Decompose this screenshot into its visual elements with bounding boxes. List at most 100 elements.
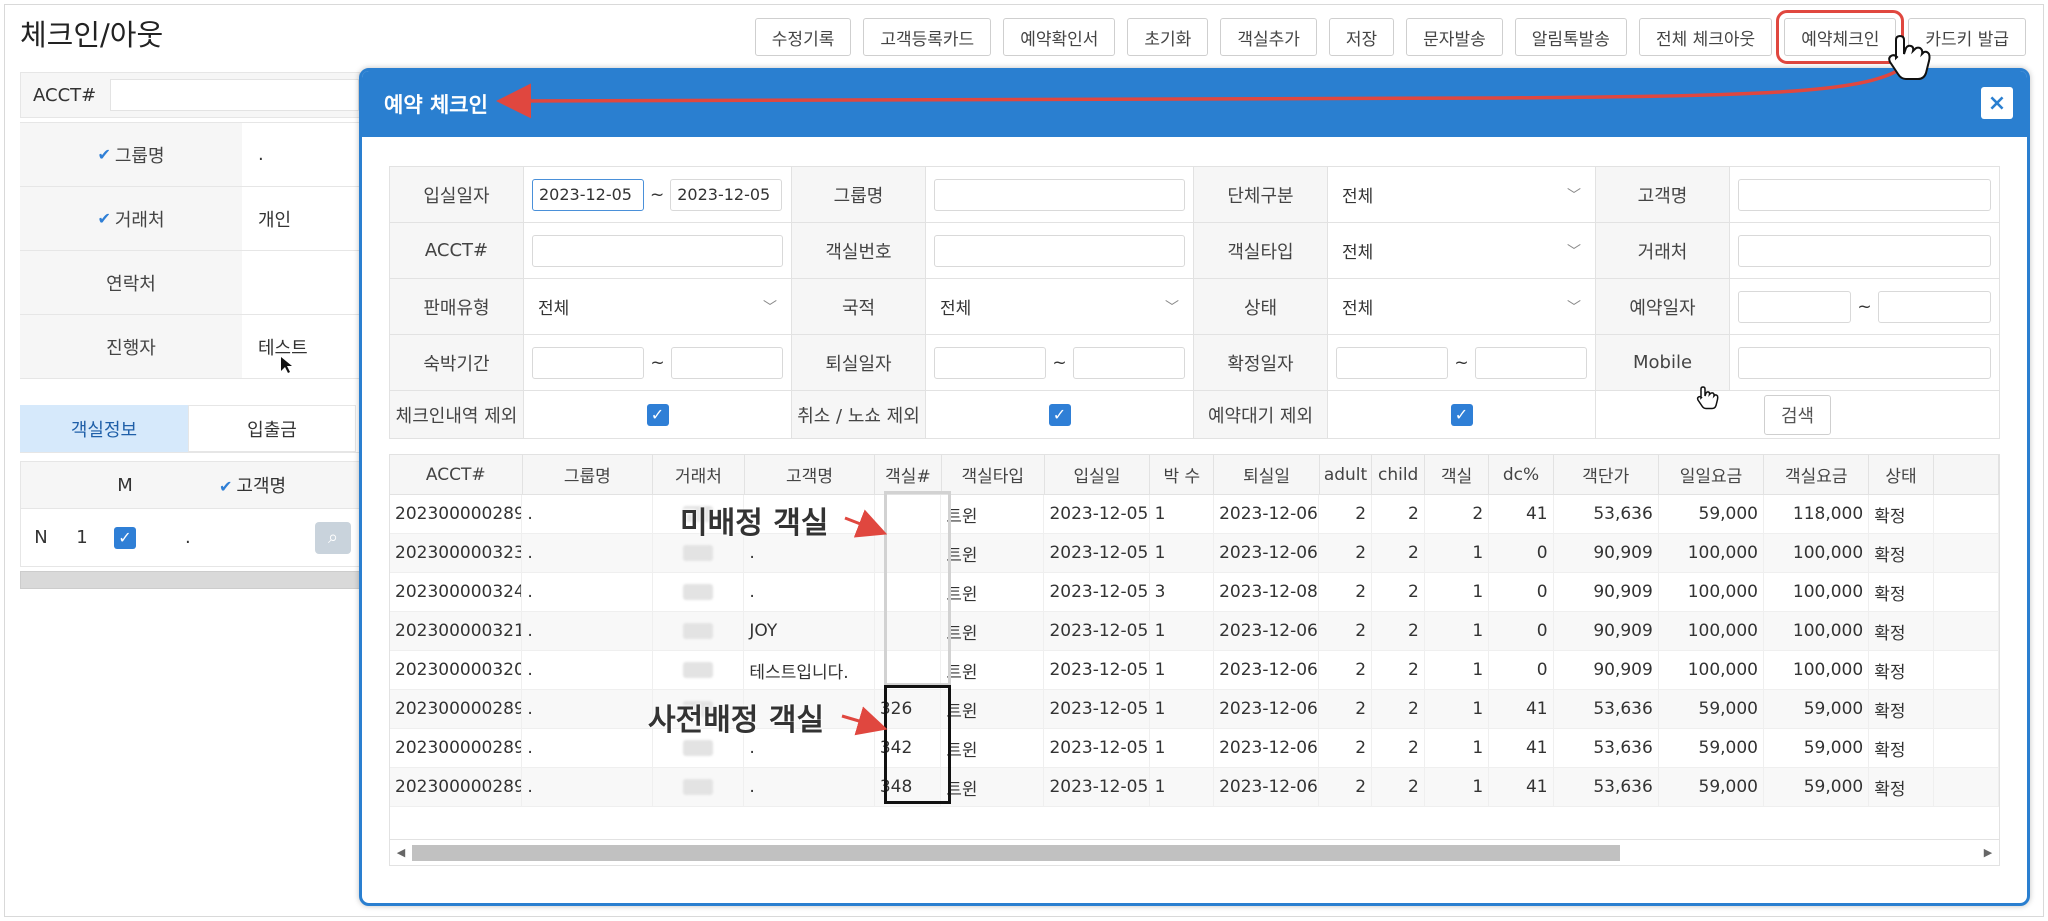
- table-row[interactable]: 202300000324.. 트윈 2023-12-05 3 2023-12-08 2 2 1…: [390, 573, 1999, 612]
- group-name-input[interactable]: [934, 178, 1185, 211]
- table-row[interactable]: 202300000289. 트윈 2023-12-05 1 2023-12-06 2 2 2 4…: [390, 495, 1999, 534]
- col-header-room-rate[interactable]: 객실요금: [1764, 455, 1870, 494]
- cell-room-type: 트윈: [941, 573, 1045, 611]
- client-value[interactable]: 개인: [242, 187, 360, 250]
- send-alimtalk-button[interactable]: 알림톡발송: [1514, 18, 1627, 56]
- cell-daily-rate: 59,000: [1659, 729, 1764, 767]
- redacted-value: [683, 545, 714, 561]
- mobile-input[interactable]: [1738, 346, 1991, 379]
- table-row[interactable]: 202300000323.. 트윈 2023-12-05 1 2023-12-06 2 2 1…: [390, 534, 1999, 573]
- manager-label: 진행자: [20, 315, 242, 378]
- table-row[interactable]: 202300000289.. 348 트윈 2023-12-05 1 2023-12-06…: [390, 768, 1999, 807]
- checkout-date-to[interactable]: [1072, 346, 1185, 379]
- col-header-child[interactable]: child: [1372, 455, 1425, 494]
- issue-keycard-button[interactable]: 카드키 발급: [1908, 18, 2026, 56]
- manager-value[interactable]: 테스트: [242, 315, 360, 378]
- reserve-date-from[interactable]: [1738, 290, 1852, 323]
- cell-status: 확정: [1869, 495, 1934, 533]
- col-header-guest[interactable]: 고객명: [745, 455, 876, 494]
- col-header-adult[interactable]: adult: [1320, 455, 1373, 494]
- col-header-room-type[interactable]: 객실타입: [942, 455, 1045, 494]
- cell-filler: [1934, 768, 1999, 806]
- acct-search-input[interactable]: [532, 234, 783, 267]
- cell-checkin: 2023-12-05: [1044, 534, 1150, 572]
- scroll-left-icon[interactable]: ◀: [390, 846, 412, 859]
- reservation-checkin-button[interactable]: 예약체크인: [1776, 10, 1905, 64]
- col-header-room-no[interactable]: 객실#: [875, 455, 942, 494]
- cell-acct: 202300000289: [390, 495, 523, 533]
- close-icon[interactable]: ×: [1981, 87, 2013, 119]
- confirm-date-from[interactable]: [1336, 346, 1449, 379]
- col-header-unit-price[interactable]: 객단가: [1554, 455, 1659, 494]
- checkout-all-button[interactable]: 전체 체크아웃: [1638, 18, 1773, 56]
- group-value[interactable]: .: [242, 123, 360, 186]
- acct-search-label: ACCT#: [390, 223, 524, 279]
- grid-horizontal-scrollbar[interactable]: ◀ ▶: [390, 839, 1999, 865]
- col-header-daily-rate[interactable]: 일일요금: [1659, 455, 1765, 494]
- exclude-checkin-checkbox[interactable]: ✓: [646, 403, 669, 426]
- room-no-input[interactable]: [934, 234, 1185, 267]
- registration-card-button[interactable]: 고객등록카드: [863, 18, 992, 56]
- mini-grid-scrollbar[interactable]: [20, 571, 360, 589]
- col-header-checkout[interactable]: 퇴실일: [1214, 455, 1320, 494]
- col-header-group[interactable]: 그룹명: [523, 455, 654, 494]
- col-header-dc[interactable]: dc%: [1489, 455, 1554, 494]
- reserve-date-to[interactable]: [1877, 290, 1991, 323]
- checkin-date-from[interactable]: 2023-12-05: [532, 178, 644, 211]
- acct-input[interactable]: [110, 79, 359, 111]
- sales-type-select[interactable]: 전체 ﹀: [532, 291, 783, 323]
- cell-dc: 0: [1489, 651, 1554, 689]
- table-row[interactable]: 202300000320. 테스트입니다. 트윈 2023-12-05 1 2023-12…: [390, 651, 1999, 690]
- contact-value[interactable]: [242, 251, 360, 314]
- edit-history-button[interactable]: 수정기록: [754, 18, 852, 56]
- sales-type-label: 판매유형: [390, 279, 524, 335]
- table-row[interactable]: 202300000289.. 342 트윈 2023-12-05 1 2023-12-06…: [390, 729, 1999, 768]
- col-header-rooms[interactable]: 객실: [1425, 455, 1490, 494]
- tab-payments[interactable]: 입출금: [188, 405, 356, 452]
- checkin-date-to[interactable]: 2023-12-05: [670, 178, 783, 211]
- reservation-confirm-button[interactable]: 예약확인서: [1003, 18, 1116, 56]
- cell-adult: 2: [1319, 690, 1373, 728]
- checkout-date-from[interactable]: [934, 346, 1047, 379]
- cell-dc: 0: [1489, 573, 1554, 611]
- save-button[interactable]: 저장: [1328, 18, 1395, 56]
- cell-checkin: 2023-12-05: [1044, 690, 1150, 728]
- row-checkbox[interactable]: ✓: [114, 526, 136, 549]
- mobile-label: Mobile: [1596, 335, 1730, 391]
- status-select[interactable]: 전체 ﹀: [1336, 291, 1587, 323]
- col-header-status[interactable]: 상태: [1869, 455, 1934, 494]
- cell-adult: 2: [1319, 534, 1373, 572]
- cell-checkout: 2023-12-06: [1214, 729, 1320, 767]
- scroll-thumb[interactable]: [412, 844, 1620, 861]
- table-row[interactable]: 202300000321. JOY 트윈 2023-12-05 1 2023-12-06 2…: [390, 612, 1999, 651]
- cell-acct: 202300000324: [390, 573, 523, 611]
- col-header-checkin[interactable]: 입실일: [1045, 455, 1151, 494]
- search-icon[interactable]: ⌕: [315, 521, 351, 554]
- col-header-client[interactable]: 거래처: [653, 455, 745, 494]
- stay-period-to[interactable]: [670, 346, 783, 379]
- group-type-select[interactable]: 전체 ﹀: [1336, 179, 1587, 211]
- mini-grid-row[interactable]: N 1 ✓ . ⌕: [20, 509, 360, 567]
- col-header-nights[interactable]: 박 수: [1150, 455, 1215, 494]
- exclude-cancel-checkbox[interactable]: ✓: [1048, 403, 1071, 426]
- table-row[interactable]: 202300000289. 326 트윈 2023-12-05 1 2023-12-06 2…: [390, 690, 1999, 729]
- stay-period-from[interactable]: [532, 346, 645, 379]
- confirm-date-to[interactable]: [1474, 346, 1587, 379]
- room-type-select[interactable]: 전체 ﹀: [1336, 235, 1587, 267]
- search-button[interactable]: 검색: [1763, 394, 1832, 435]
- cell-unit-price: 90,909: [1554, 612, 1659, 650]
- exclude-waiting-checkbox[interactable]: ✓: [1450, 403, 1473, 426]
- nationality-select[interactable]: 전체 ﹀: [934, 291, 1185, 323]
- send-sms-button[interactable]: 문자발송: [1406, 18, 1503, 56]
- cell-adult: 2: [1319, 612, 1373, 650]
- search-row-5: 체크인내역 제외 ✓ 취소 / 노쇼 제외 ✓ 예약대기 제외 ✓ 검색: [390, 391, 2000, 439]
- cell-group: .: [522, 768, 653, 806]
- scroll-right-icon[interactable]: ▶: [1977, 846, 1999, 859]
- row-guest[interactable]: .: [185, 527, 191, 548]
- reset-button[interactable]: 초기화: [1127, 18, 1209, 56]
- client-search-input[interactable]: [1738, 234, 1991, 267]
- tab-room-info[interactable]: 객실정보: [20, 405, 188, 452]
- guest-name-input[interactable]: [1738, 178, 1991, 211]
- col-header-acct[interactable]: ACCT#: [390, 455, 523, 494]
- add-room-button[interactable]: 객실추가: [1220, 18, 1317, 56]
